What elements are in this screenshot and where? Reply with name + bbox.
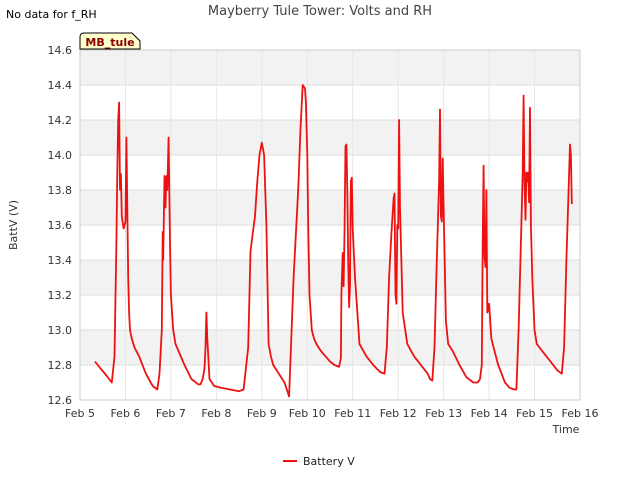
background-band	[80, 155, 580, 190]
background-band	[80, 330, 580, 365]
x-tick-label: Feb 9	[247, 407, 277, 420]
site-label-box: MB_tule	[79, 32, 141, 50]
y-tick-label: 14.0	[48, 149, 73, 162]
background-band	[80, 50, 580, 85]
x-axis-ticks: Feb 5 Feb 6 Feb 7 Feb 8 Feb 9 Feb 10 Feb 11 Feb…	[65, 407, 598, 420]
x-tick-label: Feb 11	[334, 407, 371, 420]
y-tick-label: 13.6	[48, 219, 73, 232]
y-tick-label: 13.0	[48, 324, 73, 337]
background-band	[80, 85, 580, 120]
x-tick-label: Feb 6	[110, 407, 140, 420]
y-tick-label: 12.8	[48, 359, 73, 372]
y-tick-label: 14.2	[48, 114, 73, 127]
legend: Battery V	[283, 455, 355, 468]
y-axis-ticks: 12.6 12.8 13.0 13.2 13.4 13.6 13.8 14.0 14.2 14.4…	[48, 44, 73, 407]
x-tick-label: Feb 5	[65, 407, 95, 420]
background-band	[80, 120, 580, 155]
chart-svg: 12.6 12.8 13.0 13.2 13.4 13.6 13.8 14.0 14.2 14.4…	[7, 32, 598, 468]
x-tick-label: Feb 14	[471, 407, 508, 420]
x-tick-label: Feb 15	[516, 407, 553, 420]
x-tick-label: Feb 10	[289, 407, 326, 420]
y-axis-label: BattV (V)	[7, 200, 20, 250]
background-band	[80, 225, 580, 260]
background-band	[80, 260, 580, 295]
x-axis-label: Time	[552, 423, 580, 436]
x-tick-label: Feb 7	[156, 407, 186, 420]
x-tick-label: Feb 12	[380, 407, 417, 420]
y-tick-label: 13.8	[48, 184, 73, 197]
x-tick-label: Feb 16	[562, 407, 599, 420]
y-tick-label: 12.6	[48, 394, 73, 407]
legend-label-battery-v: Battery V	[303, 455, 355, 468]
background-band	[80, 295, 580, 330]
y-tick-label: 14.4	[48, 79, 73, 92]
background-band	[80, 190, 580, 225]
x-tick-label: Feb 13	[425, 407, 462, 420]
y-tick-label: 14.6	[48, 44, 73, 57]
y-tick-label: 13.2	[48, 289, 73, 302]
x-tick-label: Feb 8	[201, 407, 231, 420]
y-tick-label: 13.4	[48, 254, 73, 267]
site-label-text: MB_tule	[85, 36, 134, 49]
